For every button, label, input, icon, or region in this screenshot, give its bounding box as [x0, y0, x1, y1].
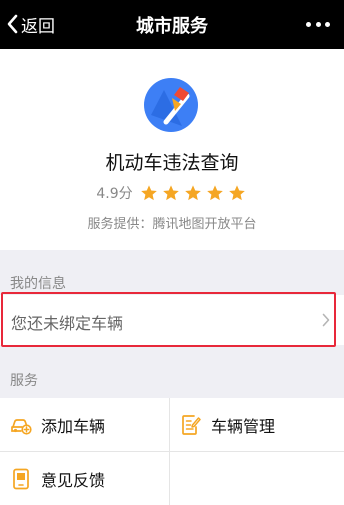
services-grid: 添加车辆 车辆管理 意见反馈: [0, 398, 344, 505]
bind-vehicle-row[interactable]: 您还未绑定车辆: [0, 295, 344, 345]
more-dots-icon[interactable]: [306, 19, 330, 29]
edit-document-icon: [180, 414, 202, 436]
star-icon: [228, 185, 245, 201]
rating-row: 4.9分: [0, 183, 344, 203]
page-title: 城市服务: [136, 16, 208, 37]
add-vehicle-label: 添加车辆: [41, 416, 106, 436]
app-header-card: 机动车违法查询 4.9分 服务提供：腾讯地图开放平台: [0, 49, 344, 250]
manage-vehicles-button[interactable]: 车辆管理: [170, 398, 344, 451]
my-info-section-title: 我的信息: [10, 276, 66, 292]
star-icon: [184, 185, 201, 201]
chevron-right-icon: [322, 313, 330, 327]
manage-vehicles-label: 车辆管理: [211, 416, 276, 436]
map-compass-logo: [144, 78, 198, 132]
services-section-title: 服务: [10, 373, 38, 389]
bind-vehicle-label: 您还未绑定车辆: [11, 314, 124, 333]
feedback-button[interactable]: 意见反馈: [0, 452, 169, 505]
rating-score: 4.9分: [96, 186, 133, 202]
add-vehicle-button[interactable]: 添加车辆: [0, 398, 169, 451]
star-icon: [206, 185, 223, 201]
star-icon: [162, 185, 179, 201]
service-provider: 服务提供：腾讯地图开放平台: [87, 217, 257, 232]
feedback-phone-icon: [10, 468, 32, 490]
car-add-icon: [10, 414, 32, 436]
top-navbar: 返回 城市服务: [0, 0, 344, 49]
star-icon: [140, 185, 157, 201]
feedback-label: 意见反馈: [41, 470, 106, 490]
app-name: 机动车违法查询: [105, 152, 239, 174]
